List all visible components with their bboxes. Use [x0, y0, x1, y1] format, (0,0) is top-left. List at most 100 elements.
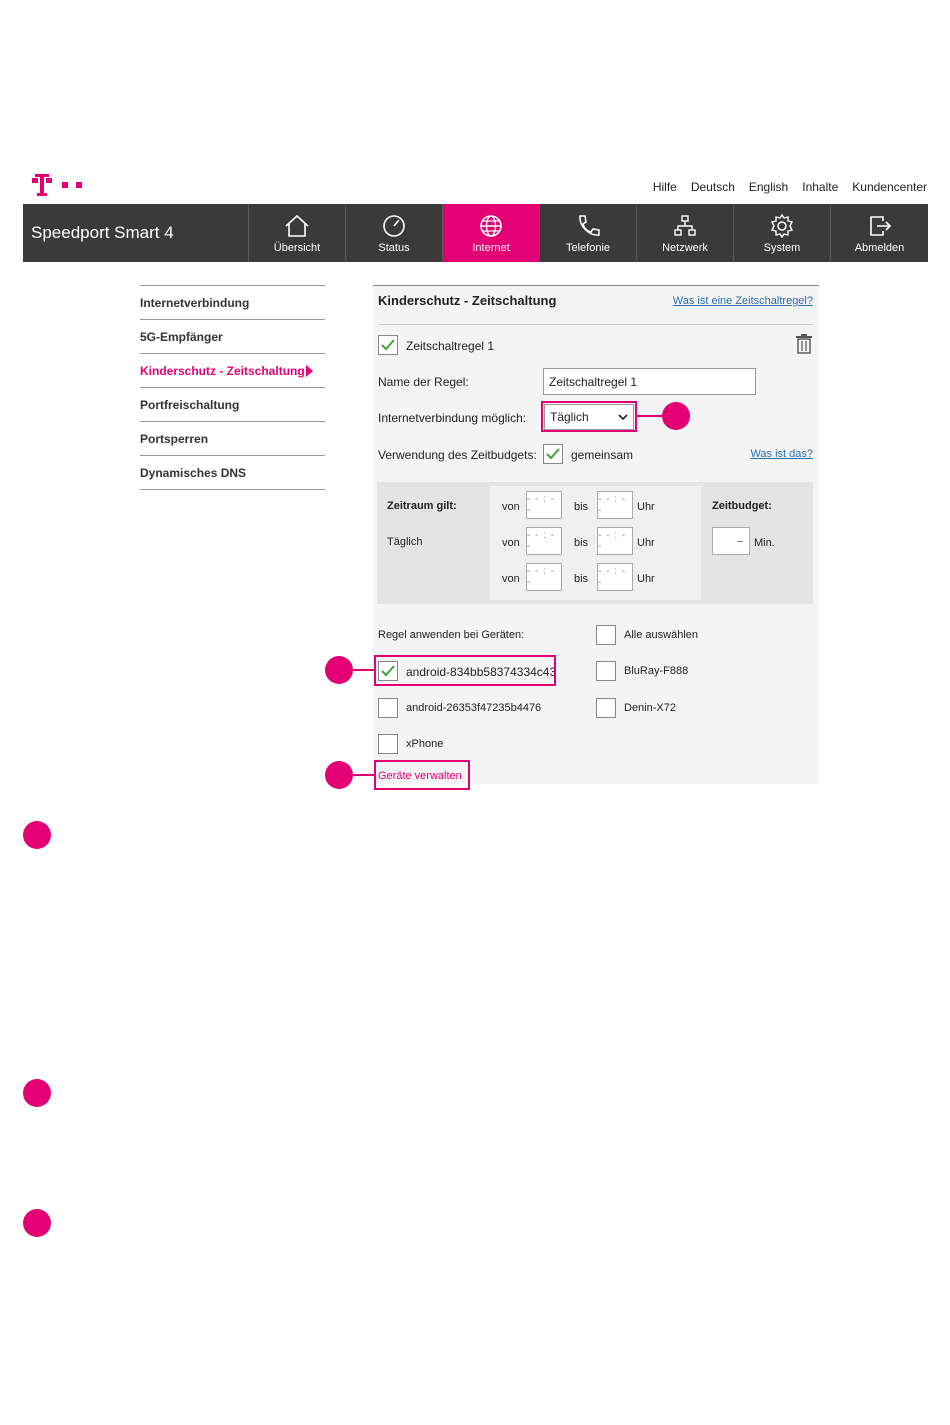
unit-label: Uhr [637, 537, 655, 549]
devices-label: Regel anwenden bei Geräten: [378, 629, 525, 641]
nav-label: Abmelden [854, 242, 905, 254]
nav-label: Netzwerk [662, 242, 708, 254]
device-checkbox-denin[interactable] [596, 698, 616, 718]
rule-label: Zeitschaltregel 1 [406, 339, 495, 353]
step-marker [23, 1079, 51, 1107]
schedule-block: Zeitraum gilt: Täglich von - - : - - bis… [377, 482, 813, 604]
rule-name-input[interactable]: Zeitschaltregel 1 [543, 368, 756, 395]
gear-icon [770, 214, 794, 238]
time-range-block [490, 486, 701, 600]
logout-icon [869, 216, 891, 236]
select-all-checkbox[interactable] [596, 625, 616, 645]
device-label: BluRay-F888 [624, 665, 689, 677]
callout-box-manage [374, 760, 470, 790]
period-label: Zeitraum gilt: [387, 500, 457, 512]
device-label: xPhone [406, 738, 444, 750]
link-english[interactable]: English [749, 180, 788, 194]
main-navbar: Speedport Smart 4 Übersicht Status Inter… [23, 204, 928, 262]
sidebar-item-kinderschutz[interactable]: Kinderschutz - Zeitschaltung [140, 354, 325, 388]
sidebar-item-internetverbindung[interactable]: Internetverbindung [140, 286, 325, 320]
nav-uebersicht[interactable]: Übersicht [249, 204, 346, 262]
budget-option-label: gemeinsam [571, 448, 634, 462]
time-budget-title: Zeitbudget: [712, 500, 772, 512]
sidebar-item-label: Portsperren [140, 431, 209, 446]
nav-internet[interactable]: Internet [443, 204, 540, 262]
from-label: von [502, 501, 520, 513]
sidebar-item-label: Kinderschutz - Zeitschaltung [140, 363, 305, 378]
time-from-input-1[interactable]: - - : - - [526, 491, 562, 519]
nav-status[interactable]: Status [346, 204, 443, 262]
callout-dot [325, 761, 353, 789]
device-checkbox-android-26353[interactable] [378, 698, 398, 718]
unit-label: Uhr [637, 573, 655, 585]
time-from-input-3[interactable]: - - : - - [526, 563, 562, 591]
nav-netzwerk[interactable]: Netzwerk [637, 204, 734, 262]
sidebar: Internetverbindung 5G-Empfänger Kindersc… [140, 285, 325, 490]
link-inhalte[interactable]: Inhalte [802, 180, 838, 194]
check-icon [546, 448, 560, 460]
device-checkbox-xphone[interactable] [378, 734, 398, 754]
network-icon [674, 215, 696, 236]
time-from-input-2[interactable]: - - : - - [526, 527, 562, 555]
sidebar-item-label: Portfreischaltung [140, 397, 240, 412]
nav-telefonie[interactable]: Telefonie [540, 204, 637, 262]
callout-dot [325, 656, 353, 684]
nav-label: Übersicht [273, 242, 321, 254]
callout-line [352, 669, 374, 671]
sidebar-item-label: Internetverbindung [140, 295, 250, 310]
device-label: Denin-X72 [624, 702, 676, 714]
sidebar-item-dynamisches-dns[interactable]: Dynamisches DNS [140, 456, 325, 490]
home-icon [285, 214, 309, 237]
gauge-icon [383, 215, 405, 237]
panel-title: Kinderschutz - Zeitschaltung [378, 293, 557, 308]
trash-icon[interactable] [795, 334, 813, 354]
sidebar-item-portfreischaltung[interactable]: Portfreischaltung [140, 388, 325, 422]
nav-label: Status [378, 242, 410, 254]
triangle-right-icon [306, 365, 313, 377]
link-deutsch[interactable]: Deutsch [691, 180, 735, 194]
callout-line [352, 774, 374, 776]
callout-box-connection [541, 401, 637, 432]
budget-label: Verwendung des Zeitbudgets: [378, 448, 537, 462]
period-value: Täglich [387, 536, 423, 548]
to-label: bis [574, 573, 589, 585]
sidebar-item-label: Dynamisches DNS [140, 465, 247, 480]
kinderschutz-panel: Kinderschutz - Zeitschaltung Was ist ein… [373, 285, 819, 784]
time-budget-input[interactable]: – [712, 527, 750, 555]
divider [378, 324, 814, 325]
top-links: Hilfe Deutsch English Inhalte Kundencent… [653, 180, 927, 194]
nav-label: Telefonie [565, 242, 611, 254]
nav-label: Internet [472, 242, 510, 254]
link-hilfe[interactable]: Hilfe [653, 180, 677, 194]
nav-system[interactable]: System [734, 204, 831, 262]
to-label: bis [574, 501, 589, 513]
budget-shared-checkbox[interactable] [543, 444, 563, 464]
connection-label: Internetverbindung möglich: [378, 411, 527, 425]
help-link-zeitschaltregel[interactable]: Was ist eine Zeitschaltregel? [673, 295, 813, 307]
sidebar-item-label: 5G-Empfänger [140, 329, 223, 344]
brand-title: Speedport Smart 4 [23, 204, 249, 262]
from-label: von [502, 573, 520, 585]
device-checkbox-bluray[interactable] [596, 661, 616, 681]
rule-enabled-checkbox[interactable] [378, 335, 398, 355]
callout-dot [662, 402, 690, 430]
step-marker [23, 1209, 51, 1237]
step-marker [23, 821, 51, 849]
time-to-input-2[interactable]: - - : - - [597, 527, 633, 555]
sidebar-item-portsperren[interactable]: Portsperren [140, 422, 325, 456]
link-kundencenter[interactable]: Kundencenter [852, 180, 927, 194]
sidebar-item-5g-empfaenger[interactable]: 5G-Empfänger [140, 320, 325, 354]
time-to-input-3[interactable]: - - : - - [597, 563, 633, 591]
check-icon [381, 339, 395, 351]
help-link-budget[interactable]: Was ist das? [750, 448, 813, 460]
time-to-input-1[interactable]: - - : - - [597, 491, 633, 519]
unit-label: Uhr [637, 501, 655, 513]
callout-line [637, 415, 663, 417]
device-label: android-26353f47235b4476 [406, 702, 542, 714]
callout-box-device [374, 655, 556, 686]
select-all-label: Alle auswählen [624, 629, 698, 641]
globe-icon [480, 215, 502, 237]
nav-label: System [763, 242, 801, 254]
from-label: von [502, 537, 520, 549]
nav-abmelden[interactable]: Abmelden [831, 204, 928, 262]
